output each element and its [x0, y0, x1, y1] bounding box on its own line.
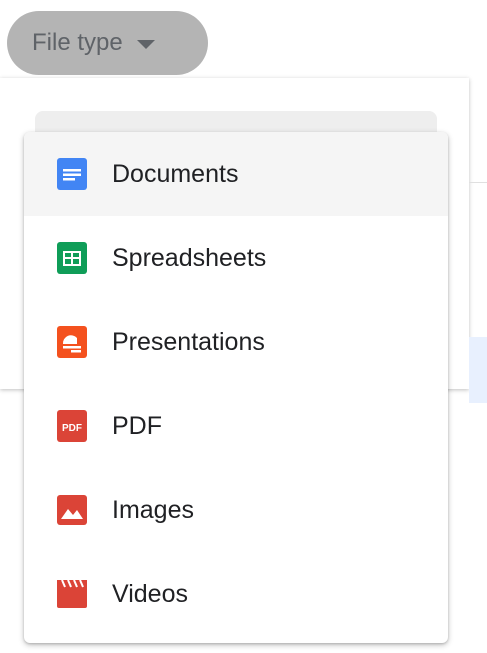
file-type-menu: Documents Spreadsheets Presentations PDF…: [24, 132, 448, 643]
background-divider: [469, 182, 487, 183]
svg-text:PDF: PDF: [62, 423, 82, 434]
page: File type Documents Spreadsheets Present…: [0, 0, 487, 653]
caret-down-icon: [136, 39, 155, 49]
menu-item-presentations[interactable]: Presentations: [24, 300, 448, 384]
menu-item-label: Spreadsheets: [112, 243, 267, 272]
menu-item-documents[interactable]: Documents: [24, 132, 448, 216]
menu-item-label: Images: [112, 495, 194, 524]
menu-item-images[interactable]: Images: [24, 468, 448, 552]
image-icon: [56, 494, 88, 526]
menu-item-label: Videos: [112, 579, 188, 608]
menu-item-label: Presentations: [112, 327, 265, 356]
menu-item-label: Documents: [112, 159, 239, 188]
file-type-filter-label: File type: [32, 29, 123, 56]
menu-item-spreadsheets[interactable]: Spreadsheets: [24, 216, 448, 300]
pdf-icon: PDF: [56, 410, 88, 442]
google-sheets-icon: [56, 242, 88, 274]
google-slides-icon: [56, 326, 88, 358]
background-row-highlight: [469, 337, 487, 403]
menu-item-videos[interactable]: Videos: [24, 552, 448, 636]
video-icon: [56, 578, 88, 610]
menu-item-pdf[interactable]: PDF PDF: [24, 384, 448, 468]
file-type-filter-button[interactable]: File type: [7, 11, 208, 75]
google-docs-icon: [56, 158, 88, 190]
menu-item-label: PDF: [112, 411, 162, 440]
